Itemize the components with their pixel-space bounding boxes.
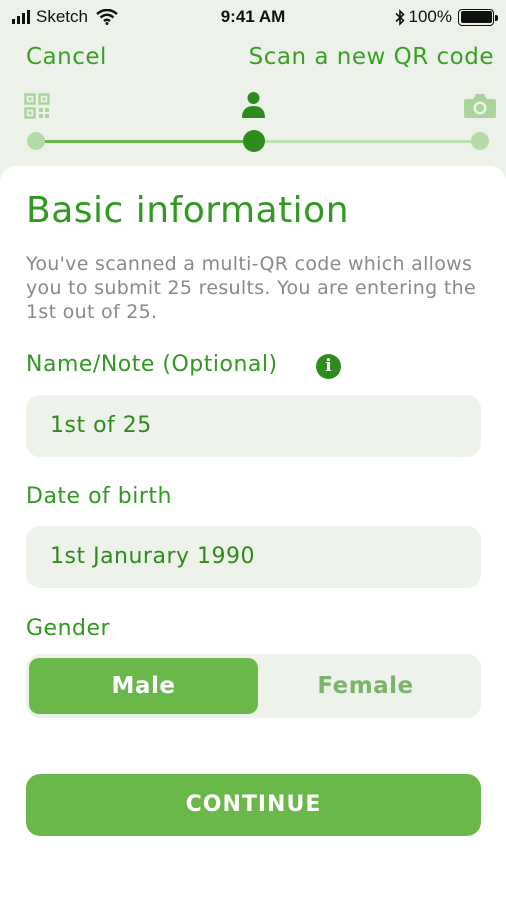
step-dot-2 — [243, 130, 265, 152]
page-title: Basic information — [26, 190, 350, 231]
status-bar: Sketch 9:41 AM 100% — [0, 0, 506, 34]
continue-button[interactable]: CONTINUE — [26, 774, 481, 836]
name-field[interactable]: 1st of 25 — [26, 395, 481, 457]
person-icon — [242, 92, 265, 118]
qr-code-icon — [24, 93, 50, 119]
dob-field[interactable]: 1st Janurary 1990 — [26, 526, 481, 588]
info-icon[interactable]: i — [316, 354, 341, 379]
cancel-button[interactable]: Cancel — [26, 44, 107, 70]
scan-new-qr-button[interactable]: Scan a new QR code — [249, 44, 494, 70]
step-dot-1 — [27, 132, 45, 150]
battery-percent: 100% — [408, 7, 452, 26]
camera-icon — [464, 94, 496, 118]
gender-label: Gender — [26, 616, 111, 641]
gender-female-option[interactable]: Female — [251, 658, 480, 714]
gender-male-option[interactable]: Male — [29, 658, 258, 714]
dob-label: Date of birth — [26, 484, 172, 509]
status-right: 100% — [394, 7, 498, 27]
gender-toggle: Male Female — [26, 654, 481, 718]
name-label: Name/Note (Optional) — [26, 352, 278, 377]
page-description: You've scanned a multi-QR code which all… — [26, 253, 476, 323]
step-dot-3 — [471, 132, 489, 150]
progress-track-active — [36, 140, 254, 143]
bluetooth-icon — [394, 8, 405, 26]
battery-icon — [458, 8, 498, 26]
